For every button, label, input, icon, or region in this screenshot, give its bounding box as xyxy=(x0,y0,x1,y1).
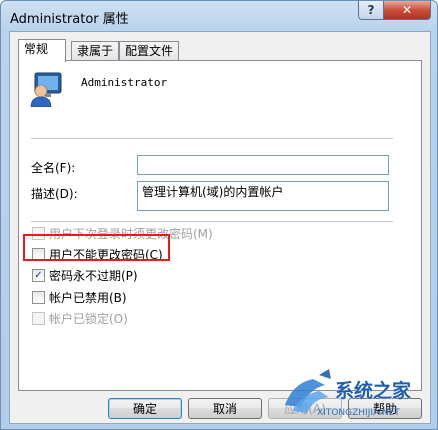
full-name-label: 全名(F): xyxy=(31,161,76,175)
highlight-annotation xyxy=(23,234,170,261)
user-name: Administrator xyxy=(81,76,168,89)
account-locked-checkbox[interactable]: 帐户已锁定(O) xyxy=(32,310,128,327)
cancel-button[interactable]: 取消 xyxy=(188,398,262,419)
description-field[interactable]: 管理计算机(域)的内置帐户 xyxy=(137,181,389,211)
tab-member-of[interactable]: 隶属于 xyxy=(71,41,119,61)
full-name-field[interactable] xyxy=(137,155,389,175)
checkbox-label: 帐户已锁定(O) xyxy=(49,312,128,326)
ok-button[interactable]: 确定 xyxy=(108,398,182,419)
separator xyxy=(31,221,393,222)
general-tab-panel: Administrator 全名(F): 描述(D): 管理计算机(域)的内置帐… xyxy=(18,60,422,391)
account-disabled-checkbox[interactable]: 帐户已禁用(B) xyxy=(32,289,127,306)
help-button[interactable]: 帮助 xyxy=(348,398,422,419)
tab-profile[interactable]: 配置文件 xyxy=(119,41,179,61)
help-icon: ? xyxy=(367,3,375,17)
checkmark-icon: ✓ xyxy=(32,269,45,282)
checkbox-label: 帐户已禁用(B) xyxy=(49,291,127,305)
password-never-expires-checkbox[interactable]: ✓ 密码永不过期(P) xyxy=(32,267,138,284)
help-title-button[interactable]: ? xyxy=(358,1,384,20)
separator xyxy=(31,138,393,139)
properties-dialog: Administrator 属性 ? ✕ 常规 隶属于 配置文件 Adminis… xyxy=(0,0,438,430)
apply-button[interactable]: 应用(A) xyxy=(268,398,342,419)
checkbox-box xyxy=(32,312,45,325)
close-button[interactable]: ✕ xyxy=(383,1,431,20)
title-bar[interactable]: Administrator 属性 ? ✕ xyxy=(1,1,437,31)
dialog-body: 常规 隶属于 配置文件 Administrator 全名(F): 描述(D): … xyxy=(9,31,431,424)
tab-general[interactable]: 常规 xyxy=(18,39,66,62)
checkbox-box xyxy=(32,291,45,304)
checkbox-label: 密码永不过期(P) xyxy=(49,269,138,283)
description-label: 描述(D): xyxy=(31,187,78,201)
close-icon: ✕ xyxy=(401,3,413,17)
window-title: Administrator 属性 xyxy=(10,12,129,27)
user-account-icon xyxy=(30,72,62,107)
